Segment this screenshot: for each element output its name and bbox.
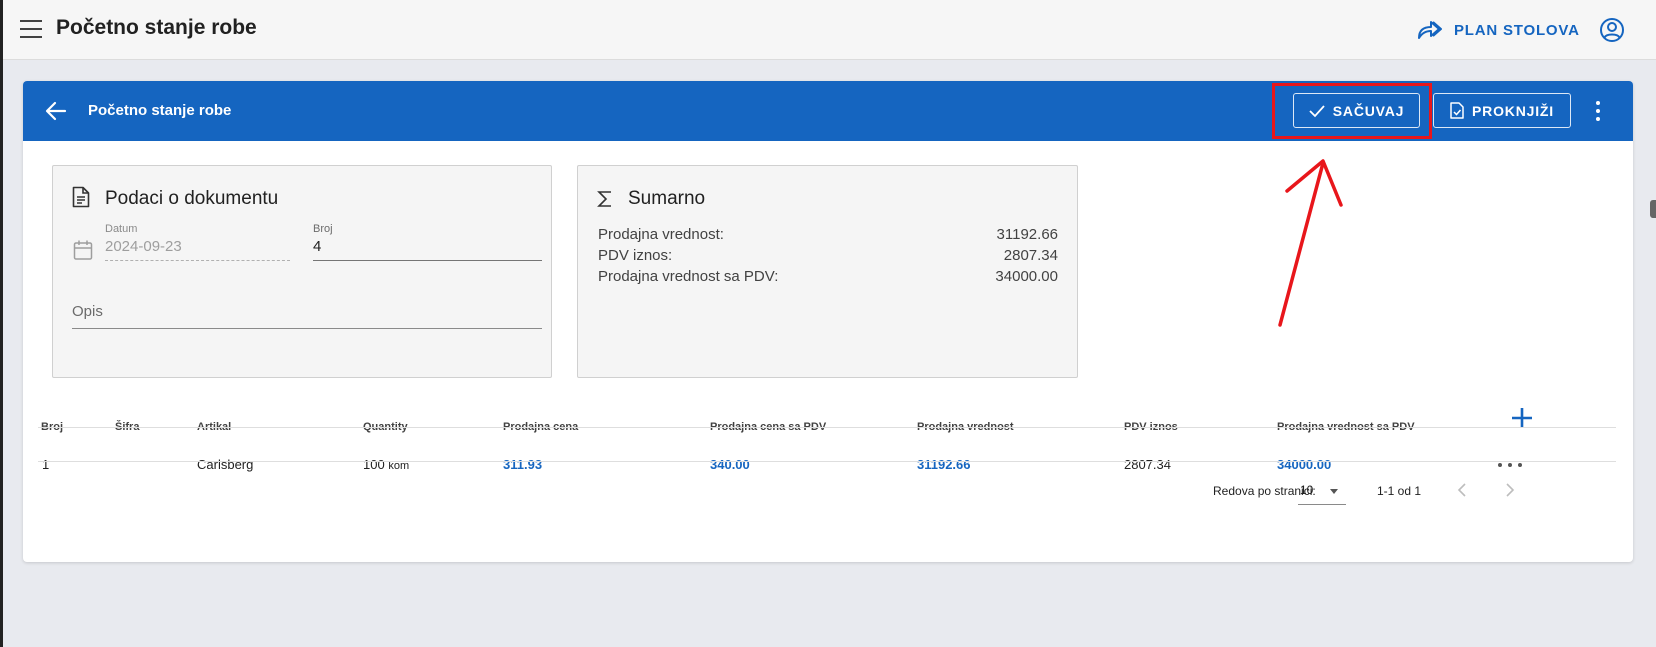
summary-value: 31192.66 <box>996 226 1058 243</box>
rows-per-page-select[interactable]: 10 <box>1298 475 1346 505</box>
summary-value: 2807.34 <box>1003 247 1058 264</box>
cell-prodajna-cena[interactable]: 311.93 <box>503 457 542 472</box>
summary-label: PDV iznos: <box>598 247 673 264</box>
number-value: 4 <box>313 238 322 255</box>
arrow-left-icon[interactable] <box>43 98 69 124</box>
cell-prodajna-vrednost-pdv[interactable]: 34000.00 <box>1277 457 1331 472</box>
summary-panel-title: Sumarno <box>628 188 706 209</box>
sigma-icon <box>597 191 611 207</box>
document-card: Početno stanje robe SAČUVAJ PROKNJIŽI Po… <box>23 81 1633 562</box>
number-input[interactable]: 4 <box>313 228 542 261</box>
description-label: Opis <box>72 303 103 320</box>
description-input[interactable]: Opis <box>72 291 542 329</box>
document-check-icon <box>1450 102 1464 119</box>
plan-stolova-link[interactable]: PLAN STOLOVA <box>1416 17 1580 43</box>
account-circle-icon[interactable] <box>1598 16 1626 44</box>
rows-per-page-value: 10 <box>1300 483 1314 497</box>
chevron-left-icon[interactable] <box>1453 480 1473 500</box>
document-info-panel: Podaci o dokumentu Datum 2024-09-23 Broj… <box>52 165 552 378</box>
annotation-highlight-box <box>1272 83 1432 139</box>
page-range: 1-1 od 1 <box>1377 484 1422 498</box>
table-divider <box>38 427 1616 428</box>
summary-panel: Sumarno Prodajna vrednost: 31192.66 PDV … <box>577 165 1078 378</box>
chevron-right-icon[interactable] <box>1499 480 1519 500</box>
scroll-handle[interactable] <box>1650 200 1656 218</box>
summary-row: PDV iznos: 2807.34 <box>598 247 1058 264</box>
more-horizontal-icon[interactable] <box>1498 461 1522 469</box>
cell-prodajna-vrednost[interactable]: 31192.66 <box>917 457 971 472</box>
plan-stolova-label: PLAN STOLOVA <box>1454 21 1580 39</box>
more-vertical-icon[interactable] <box>1589 97 1607 125</box>
quantity-value: 100 <box>363 457 385 472</box>
calendar-icon[interactable] <box>73 239 93 261</box>
document-icon <box>72 186 90 208</box>
cell-quantity: 100 kom <box>363 457 409 472</box>
post-button-label: PROKNJIŽI <box>1472 102 1554 119</box>
summary-row: Prodajna vrednost sa PDV: 34000.00 <box>598 268 1058 285</box>
date-value: 2024-09-23 <box>105 238 182 255</box>
cell-broj: 1 <box>42 457 50 472</box>
share-forward-icon <box>1418 21 1442 39</box>
menu-icon[interactable] <box>20 20 42 38</box>
summary-row: Prodajna vrednost: 31192.66 <box>598 226 1058 243</box>
table-divider <box>38 461 1616 462</box>
post-button[interactable]: PROKNJIŽI <box>1433 93 1571 128</box>
page-title: Početno stanje robe <box>56 16 257 39</box>
cell-artikal: Carlsberg <box>197 457 254 472</box>
chevron-down-icon <box>1330 489 1338 494</box>
cell-prodajna-cena-pdv[interactable]: 340.00 <box>710 457 750 472</box>
document-panel-title: Podaci o dokumentu <box>105 188 279 209</box>
summary-value: 34000.00 <box>995 268 1058 285</box>
cell-pdv-iznos: 2807.34 <box>1124 457 1171 472</box>
date-field[interactable]: 2024-09-23 <box>105 228 290 261</box>
summary-label: Prodajna vrednost sa PDV: <box>598 268 779 285</box>
app-bar: Početno stanje robe PLAN STOLOVA <box>3 0 1656 60</box>
summary-label: Prodajna vrednost: <box>598 226 724 243</box>
window-edge <box>0 0 3 647</box>
card-title: Početno stanje robe <box>88 102 232 119</box>
